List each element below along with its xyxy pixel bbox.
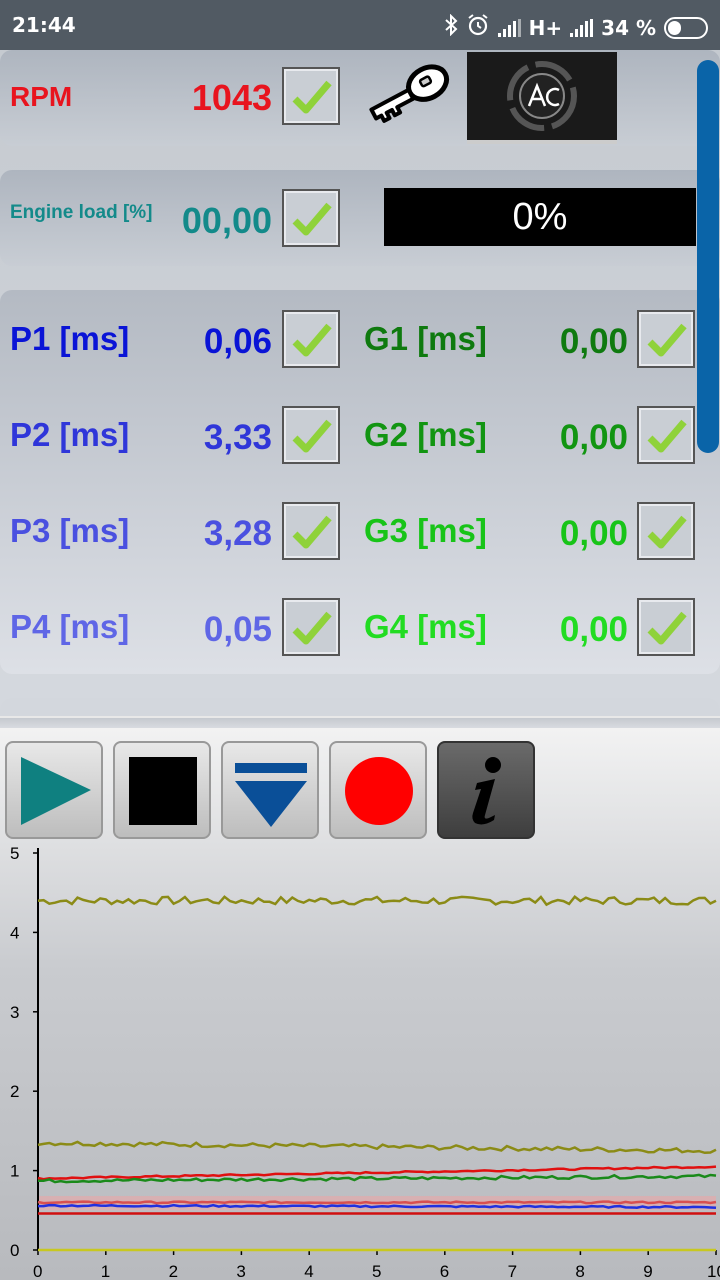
checkmark-icon xyxy=(647,515,687,549)
status-icons: H+ 34 % xyxy=(444,13,708,42)
network-type: H+ xyxy=(528,15,563,40)
gas-value-g4: 0,00 xyxy=(559,610,628,649)
series-line-2 xyxy=(37,1140,717,1155)
signal-icon xyxy=(497,18,521,37)
engine-load-value: 00,00 xyxy=(181,200,272,241)
injector-label-p4: P4 [ms] xyxy=(10,608,130,645)
rpm-checkbox[interactable] xyxy=(282,67,340,125)
checkmark-icon xyxy=(292,419,332,453)
injector-label-p1: P1 [ms] xyxy=(10,320,130,357)
gas-value-g3: 0,00 xyxy=(559,514,628,553)
record-button[interactable] xyxy=(329,741,427,839)
engine-load-checkbox[interactable] xyxy=(282,189,340,247)
divider xyxy=(0,716,720,728)
gas-checkbox-g2[interactable] xyxy=(637,406,695,464)
y-tick-label: 4 xyxy=(10,923,19,942)
checkmark-icon xyxy=(647,419,687,453)
checkmark-icon xyxy=(292,323,332,357)
gas-checkbox-g1[interactable] xyxy=(637,310,695,368)
status-bar: 21:44 H+ 34 % xyxy=(0,0,720,50)
alarm-icon xyxy=(466,13,490,42)
injector-value-p1: 0,06 xyxy=(203,322,272,361)
gas-label-g4: G4 [ms] xyxy=(364,608,487,645)
x-tick-label: 1 xyxy=(101,1262,110,1280)
series-line-3 xyxy=(37,1165,717,1181)
status-time: 21:44 xyxy=(12,13,76,37)
y-tick-label: 2 xyxy=(10,1082,19,1101)
rpm-value: 1043 xyxy=(191,77,272,118)
checkmark-icon xyxy=(292,515,332,549)
y-tick-label: 5 xyxy=(10,845,19,863)
engine-load-label: Engine load [%] xyxy=(10,202,153,223)
checkmark-icon xyxy=(292,611,332,645)
record-icon xyxy=(345,757,413,825)
stop-button[interactable] xyxy=(113,741,211,839)
injector-value-p2: 3,33 xyxy=(203,418,272,457)
injector-checkbox-p2[interactable] xyxy=(282,406,340,464)
y-tick-label: 1 xyxy=(10,1162,19,1181)
injector-label-p3: P3 [ms] xyxy=(10,512,130,549)
x-tick-label: 2 xyxy=(169,1262,178,1280)
x-tick-label: 4 xyxy=(304,1262,313,1280)
injector-label-p2: P2 [ms] xyxy=(10,416,130,453)
checkmark-icon xyxy=(647,323,687,357)
gas-checkbox-g3[interactable] xyxy=(637,502,695,560)
info-button[interactable] xyxy=(437,741,535,839)
info-icon xyxy=(472,757,501,825)
gas-value-g1: 0,00 xyxy=(559,322,628,361)
stop-icon xyxy=(129,757,197,825)
checkmark-icon xyxy=(647,611,687,645)
engine-load-progress-text: 0% xyxy=(512,196,568,238)
checkmark-icon xyxy=(292,202,332,236)
series-line-6 xyxy=(38,1203,717,1210)
download-button[interactable] xyxy=(221,741,319,839)
signal-icon-2 xyxy=(570,18,594,37)
scrollbar[interactable] xyxy=(697,60,719,453)
x-tick-label: 5 xyxy=(372,1262,381,1280)
injector-checkbox-p1[interactable] xyxy=(282,310,340,368)
series-line-1 xyxy=(37,894,717,907)
x-tick-label: 0 xyxy=(33,1262,42,1280)
battery-percent: 34 % xyxy=(601,15,656,40)
rpm-label: RPM xyxy=(10,81,73,112)
download-icon xyxy=(235,763,307,827)
battery-icon xyxy=(664,16,708,39)
gas-label-g1: G1 [ms] xyxy=(364,320,487,357)
play-button[interactable] xyxy=(5,741,103,839)
injector-value-p3: 3,28 xyxy=(203,514,272,553)
series-line-5 xyxy=(37,1200,717,1205)
gas-value-g2: 0,00 xyxy=(559,418,628,457)
x-tick-label: 9 xyxy=(643,1262,652,1280)
series-line-4 xyxy=(38,1173,717,1184)
y-tick-label: 3 xyxy=(10,1003,19,1022)
rpm-panel: RPM 1043 xyxy=(0,50,720,146)
injector-checkbox-p4[interactable] xyxy=(282,598,340,656)
checkmark-icon xyxy=(292,80,332,114)
ac-logo xyxy=(467,52,617,144)
injection-chart: 0 1 2 3 4 5 0 1 2 3 4 5 6 7 8 9 10 xyxy=(10,845,720,1280)
x-tick-label: 8 xyxy=(575,1262,584,1280)
x-tick-label: 7 xyxy=(508,1262,517,1280)
key-icon[interactable] xyxy=(362,60,458,139)
gas-checkbox-g4[interactable] xyxy=(637,598,695,656)
x-tick-label: 3 xyxy=(236,1262,245,1280)
injectors-panel: P1 [ms] 0,06 P2 [ms] 3,33 P3 [ms] 3,28 P… xyxy=(0,290,720,674)
engine-load-progress: 0% xyxy=(384,188,696,246)
injector-checkbox-p3[interactable] xyxy=(282,502,340,560)
x-tick-label: 6 xyxy=(440,1262,449,1280)
play-icon xyxy=(21,757,91,825)
x-tick-label: 10 xyxy=(707,1262,720,1280)
injector-value-p4: 0,05 xyxy=(203,610,272,649)
bluetooth-icon xyxy=(444,13,458,41)
gas-label-g2: G2 [ms] xyxy=(364,416,487,453)
gas-label-g3: G3 [ms] xyxy=(364,512,487,549)
y-tick-label: 0 xyxy=(10,1241,19,1260)
